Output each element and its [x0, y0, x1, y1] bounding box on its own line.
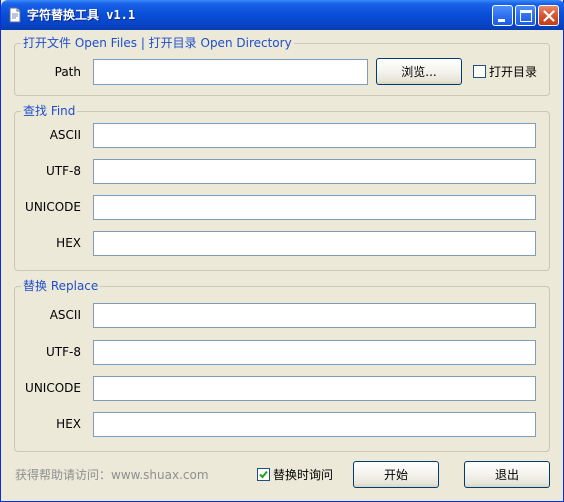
open-directory-checkbox[interactable]: [473, 65, 486, 78]
minimize-button[interactable]: [492, 5, 513, 26]
find-legend: 查找 Find: [21, 104, 78, 118]
replace-hex-input[interactable]: [93, 412, 536, 437]
title-bar[interactable]: 字符替换工具 v1.1: [1, 0, 564, 30]
open-directory-label: 打开目录: [489, 65, 538, 79]
replace-utf8-input[interactable]: [93, 340, 536, 365]
replace-utf8-label: UTF-8: [46, 345, 81, 359]
ask-replace-checkbox[interactable]: [257, 468, 270, 481]
close-button[interactable]: [538, 5, 559, 26]
replace-unicode-input[interactable]: [93, 376, 536, 401]
find-utf8-input[interactable]: [93, 159, 536, 184]
open-files-legend: 打开文件 Open Files | 打开目录 Open Directory: [21, 36, 294, 50]
find-utf8-label: UTF-8: [46, 164, 81, 178]
start-button[interactable]: 开始: [353, 461, 439, 488]
find-ascii-input[interactable]: [93, 123, 536, 148]
maximize-icon: [520, 10, 532, 22]
replace-ascii-label: ASCII: [49, 308, 81, 322]
find-hex-label: HEX: [56, 236, 81, 250]
help-link[interactable]: 获得帮助请访问：www.shuax.com: [15, 468, 209, 482]
path-input[interactable]: [93, 59, 368, 85]
exit-button[interactable]: 退出: [464, 461, 550, 488]
browse-button[interactable]: 浏览...: [376, 58, 462, 85]
document-icon: [8, 7, 22, 23]
find-unicode-label: UNICODE: [25, 200, 81, 214]
maximize-button[interactable]: [515, 5, 536, 26]
find-ascii-label: ASCII: [49, 128, 81, 142]
find-unicode-input[interactable]: [93, 195, 536, 220]
path-label: Path: [54, 65, 81, 79]
replace-legend: 替换 Replace: [21, 279, 101, 293]
minimize-icon: [498, 19, 505, 22]
ask-replace-label: 替换时询问: [273, 468, 334, 482]
replace-ascii-input[interactable]: [93, 303, 536, 328]
replace-unicode-label: UNICODE: [25, 381, 81, 395]
close-icon: [543, 10, 555, 22]
checkmark-icon: [259, 470, 268, 479]
replace-hex-label: HEX: [56, 417, 81, 431]
find-hex-input[interactable]: [93, 231, 536, 256]
app-window: 字符替换工具 v1.1 打开文件 Open Files | 打开目录 Open …: [0, 0, 564, 502]
window-title: 字符替换工具 v1.1: [27, 8, 136, 22]
